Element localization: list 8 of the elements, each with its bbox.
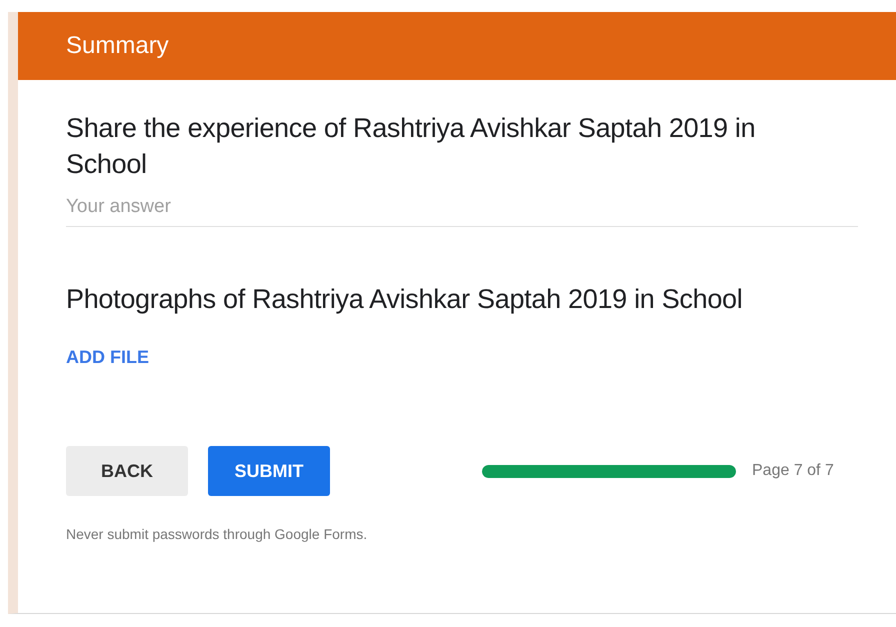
footer-note: Never submit passwords through Google Forms. (66, 526, 368, 542)
page-indicator: Page 7 of 7 (752, 462, 834, 480)
question-title: Photographs of Rashtriya Avishkar Saptah 2019 in School (66, 283, 744, 316)
submit-button[interactable]: SUBMIT (208, 446, 330, 496)
back-button[interactable]: BACK (66, 446, 188, 496)
section-title: Summary (66, 32, 169, 60)
add-file-link[interactable]: ADD FILE (66, 347, 149, 368)
question-title: Share the experience of Rashtriya Avishkar Saptah 2019 in School (66, 112, 756, 181)
